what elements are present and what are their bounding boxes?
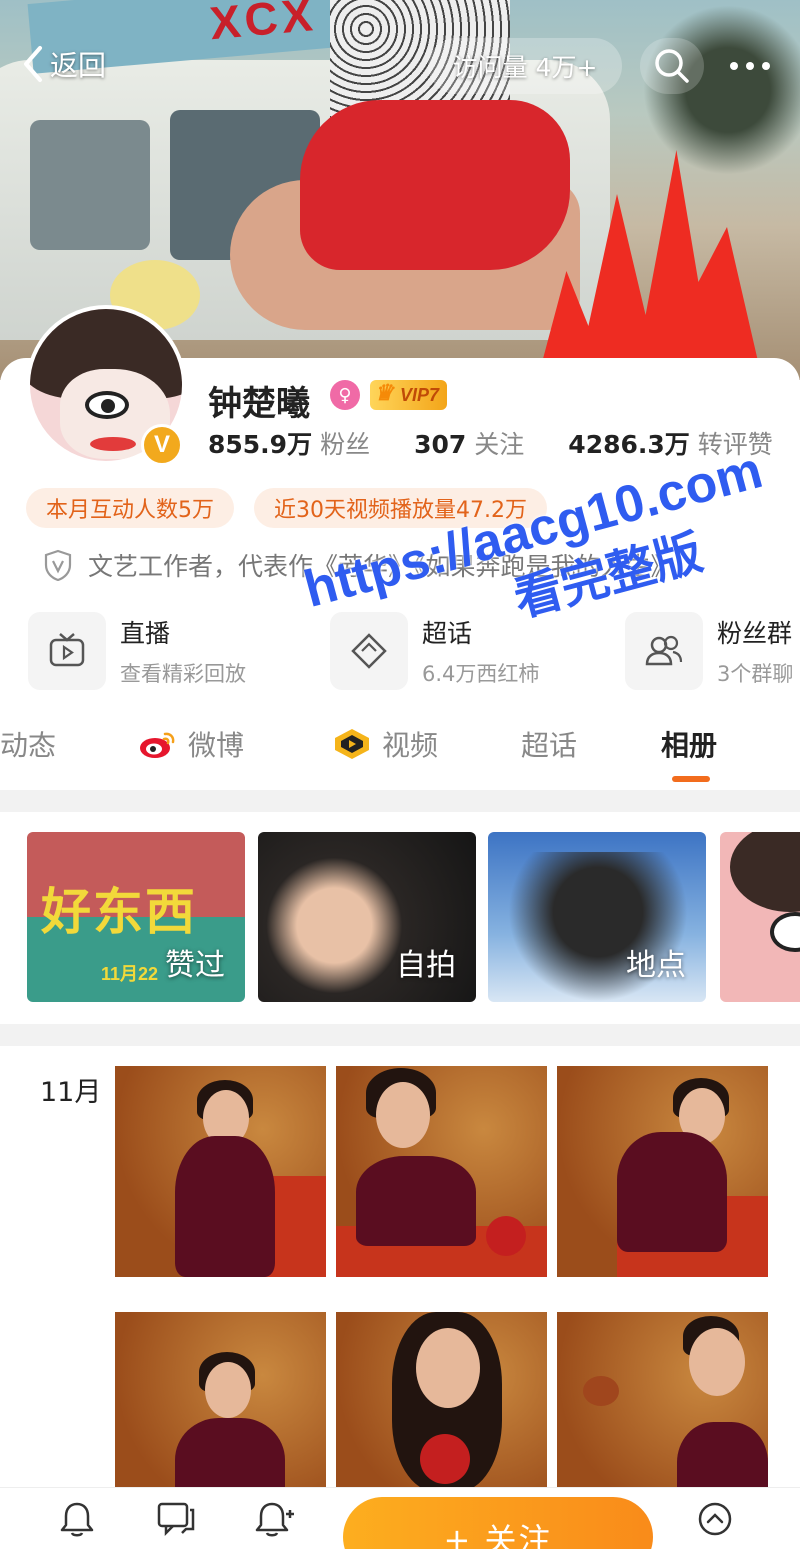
profile-name: 钟楚曦 bbox=[208, 384, 310, 424]
photo-dress bbox=[617, 1132, 727, 1252]
tab-label: 视频 bbox=[382, 729, 439, 762]
follow-button[interactable]: + 关注 bbox=[343, 1497, 653, 1549]
shortcut-fan-group[interactable]: 粉丝群 3个群聊 bbox=[625, 612, 793, 690]
month-label: 11月 bbox=[40, 1077, 102, 1108]
verified-badge: V bbox=[141, 424, 183, 466]
notification-button[interactable] bbox=[54, 1496, 100, 1542]
stat-value: 4286.3万 bbox=[568, 430, 690, 459]
more-button[interactable] bbox=[720, 46, 780, 86]
active-tab-indicator bbox=[672, 776, 710, 782]
tag-monthly-interactions[interactable]: 本月互动人数5万 bbox=[26, 488, 234, 528]
photo-apple bbox=[486, 1216, 526, 1256]
photo-thumbnail[interactable] bbox=[557, 1066, 768, 1277]
album-label: 赞过 bbox=[165, 948, 225, 983]
photo-head bbox=[376, 1082, 430, 1148]
dot-icon bbox=[730, 62, 738, 70]
tab-label: 超话 bbox=[521, 729, 578, 762]
shortcut-subtitle: 3个群聊 bbox=[717, 662, 794, 686]
visits-count-pill[interactable]: 访问量 4万+ bbox=[428, 38, 622, 94]
divider bbox=[0, 790, 800, 812]
group-icon bbox=[625, 612, 703, 690]
photo-apple bbox=[420, 1434, 470, 1484]
shortcut-title: 粉丝群 bbox=[717, 619, 793, 648]
photo-apple bbox=[583, 1376, 619, 1406]
album-cover-date: 11月22 bbox=[101, 964, 159, 984]
shortcut-title: 超话 bbox=[422, 619, 473, 648]
message-button[interactable] bbox=[153, 1496, 199, 1542]
tab-album[interactable]: 相册 bbox=[661, 724, 717, 764]
album-art-eye bbox=[770, 912, 800, 952]
shortcut-subtitle: 6.4万西红柿 bbox=[422, 662, 540, 686]
album-location[interactable]: 地点 bbox=[488, 832, 706, 1002]
stat-value: 307 bbox=[414, 430, 467, 459]
dot-icon bbox=[746, 62, 754, 70]
photo-head bbox=[689, 1328, 745, 1396]
chevron-up-circle-icon bbox=[698, 1502, 732, 1536]
shortcut-subtitle: 查看精彩回放 bbox=[120, 662, 246, 686]
album-selfie[interactable]: 自拍 bbox=[258, 832, 476, 1002]
album-label: 地点 bbox=[626, 948, 686, 983]
stat-following[interactable]: 307 关注 bbox=[414, 425, 524, 461]
verified-shield-icon bbox=[44, 549, 72, 581]
album-liked[interactable]: 好东西 11月22 赞过 bbox=[27, 832, 245, 1002]
dot-icon bbox=[762, 62, 770, 70]
stat-interactions[interactable]: 4286.3万 转评赞 bbox=[568, 425, 773, 461]
female-icon: ♀ bbox=[330, 380, 360, 410]
shortcut-supertopic[interactable]: 超话 6.4万西红柿 bbox=[330, 612, 539, 690]
shortcut-row: 直播查看精彩回放 超话 6.4万西红柿 粉丝群 3个群聊 bbox=[28, 612, 800, 692]
special-follow-button[interactable] bbox=[252, 1496, 298, 1542]
divider bbox=[0, 1024, 800, 1046]
chat-icon bbox=[157, 1502, 195, 1537]
vip-badge[interactable]: VIP7 bbox=[370, 380, 448, 410]
bell-icon bbox=[60, 1502, 94, 1537]
stat-value: 855.9万 bbox=[208, 430, 313, 459]
tab-label: 相册 bbox=[661, 729, 718, 762]
tag-video-plays[interactable]: 近30天视频播放量47.2万 bbox=[254, 488, 547, 528]
back-label: 返回 bbox=[50, 49, 107, 82]
album-cover-title: 好东西 bbox=[41, 884, 197, 940]
search-icon bbox=[655, 49, 689, 83]
photo-thumbnail[interactable] bbox=[115, 1066, 326, 1277]
shortcut-live[interactable]: 直播 查看精彩回放 bbox=[28, 612, 246, 690]
tv-play-icon bbox=[28, 612, 106, 690]
profile-tags: 本月互动人数5万 近30天视频播放量47.2万 bbox=[26, 488, 547, 528]
weibo-icon bbox=[140, 732, 175, 758]
album-label: 自拍 bbox=[396, 948, 456, 983]
cover-sign-text: XCX bbox=[207, 0, 319, 50]
avatar-eye bbox=[85, 391, 129, 419]
search-button[interactable] bbox=[640, 38, 704, 94]
photo-head bbox=[205, 1362, 251, 1418]
tab-label: 动态 bbox=[0, 729, 57, 762]
stat-label: 转评赞 bbox=[697, 430, 773, 459]
chevron-left-icon bbox=[24, 46, 42, 82]
diamond-icon bbox=[330, 612, 408, 690]
album-more[interactable] bbox=[720, 832, 800, 1002]
album-art-hair bbox=[730, 832, 800, 912]
profile-stats: 855.9万 粉丝 307 关注 4286.3万 转评赞 bbox=[208, 425, 798, 461]
cover-car-window bbox=[30, 120, 150, 250]
video-icon bbox=[335, 729, 369, 759]
profile-page: XCX 返回 访问量 4万+ V 钟楚曦 ♀ VIP7 855.9万粉丝 307… bbox=[0, 0, 800, 1549]
tab-dynamic[interactable]: 动态 bbox=[0, 724, 56, 764]
avatar-lip bbox=[90, 437, 136, 451]
tab-supertopic[interactable]: 超话 bbox=[521, 724, 577, 764]
bio-text: 文艺工作者，代表作《芳华》《如果奔跑是我的人生》 bbox=[88, 552, 676, 581]
bell-plus-icon bbox=[255, 1502, 294, 1537]
photo-dress bbox=[175, 1136, 275, 1277]
photo-dress bbox=[356, 1156, 476, 1246]
back-button[interactable]: 返回 bbox=[20, 44, 106, 84]
profile-bio[interactable]: 文艺工作者，代表作《芳华》《如果奔跑是我的人生》 bbox=[44, 547, 676, 583]
tab-video[interactable]: 视频 bbox=[332, 724, 438, 764]
stat-label: 关注 bbox=[474, 430, 525, 459]
shortcut-title: 直播 bbox=[120, 619, 171, 648]
photo-thumbnail[interactable] bbox=[336, 1066, 547, 1277]
cover-tree bbox=[620, 0, 800, 180]
stat-label: 粉丝 bbox=[320, 430, 371, 459]
photo-head bbox=[416, 1328, 480, 1408]
stat-followers[interactable]: 855.9万 粉丝 bbox=[208, 425, 370, 461]
tab-label: 微博 bbox=[188, 729, 245, 762]
cover-figure-skirt bbox=[300, 100, 570, 270]
scroll-top-button[interactable] bbox=[692, 1496, 738, 1542]
tab-weibo[interactable]: 微博 bbox=[138, 724, 244, 764]
